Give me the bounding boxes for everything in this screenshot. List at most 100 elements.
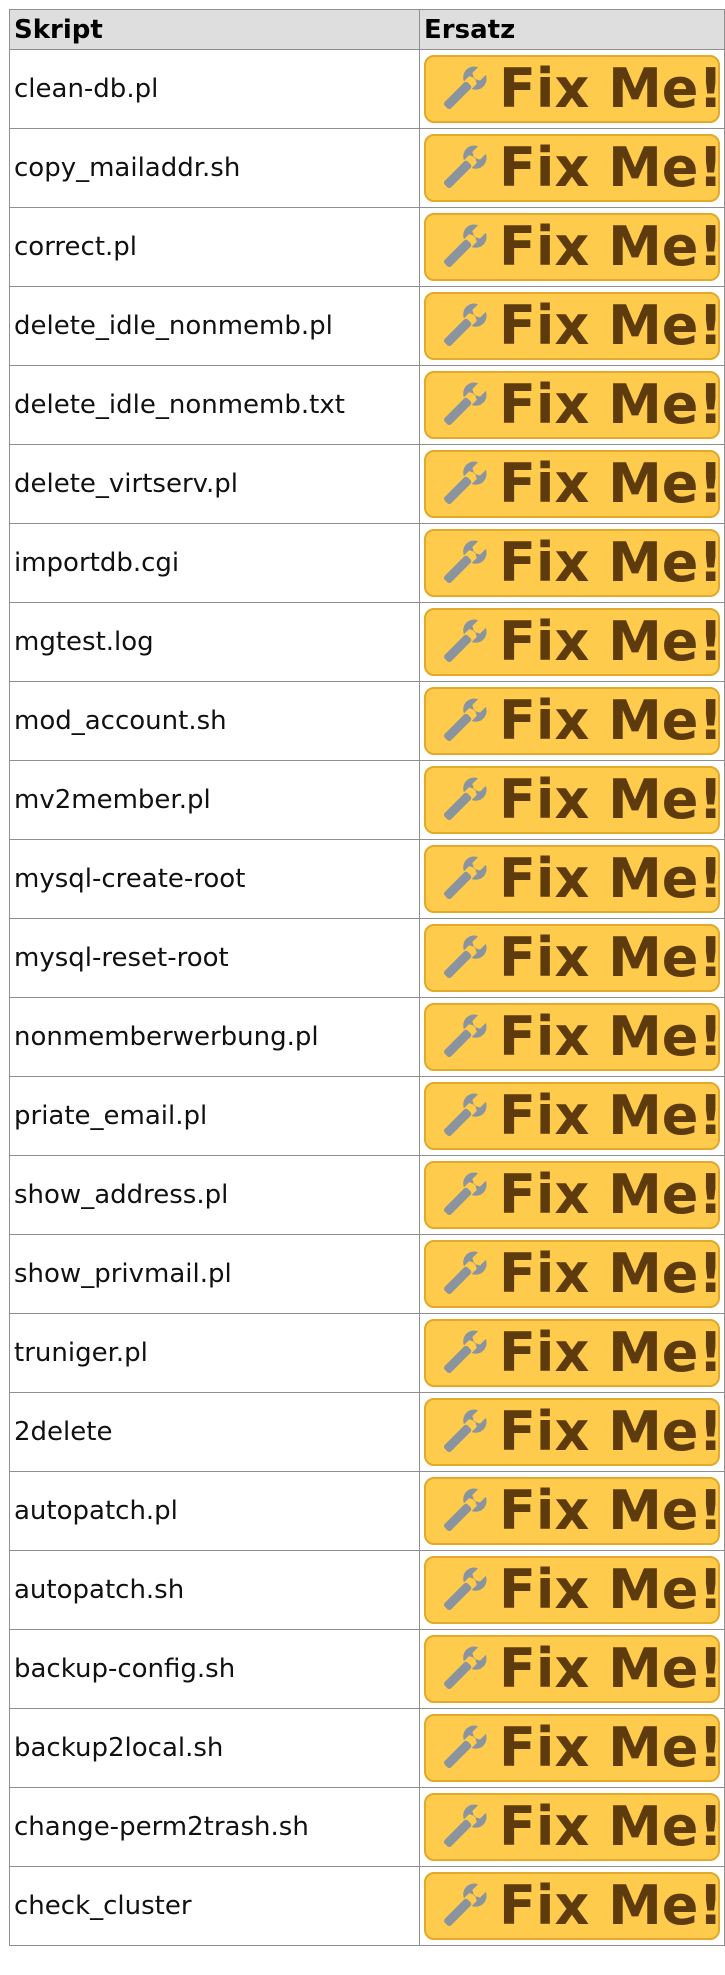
fixme-badge[interactable]: Fix Me! xyxy=(424,1714,724,1782)
fixme-label: Fix Me! xyxy=(499,1874,724,1937)
script-name-cell: 2delete xyxy=(8,1392,421,1472)
wrench-icon xyxy=(444,619,487,663)
replacement-cell: Fix Me! xyxy=(419,365,725,445)
fixme-badge[interactable]: Fix Me! xyxy=(424,371,724,439)
fixme-label: Fix Me! xyxy=(499,1637,724,1700)
table-row: backup2local.sh Fix Me! xyxy=(8,1708,725,1788)
fixme-badge[interactable]: Fix Me! xyxy=(424,845,724,913)
replacement-cell: Fix Me! xyxy=(419,128,725,208)
fixme-badge[interactable]: Fix Me! xyxy=(424,1082,723,1150)
script-name-cell: truniger.pl xyxy=(8,1313,421,1393)
script-name-cell: mgtest.log xyxy=(8,602,421,682)
script-name-cell: nonmemberwerbung.pl xyxy=(8,997,421,1077)
script-name-cell: priate_email.pl xyxy=(8,1076,421,1156)
scripts-table: Skript Ersatz clean-db.pl Fix Me! copy_mai… xyxy=(8,9,725,1946)
wrench-icon xyxy=(444,1488,487,1532)
wrench-icon xyxy=(444,1251,487,1295)
replacement-cell: Fix Me! xyxy=(419,997,725,1077)
fixme-label: Fix Me! xyxy=(499,689,724,752)
fixme-badge[interactable]: Fix Me! xyxy=(424,1635,724,1703)
fixme-badge[interactable]: Fix Me! xyxy=(424,55,724,123)
table-row: clean-db.pl Fix Me! xyxy=(8,49,725,129)
replacement-cell: Fix Me! xyxy=(419,1629,725,1709)
wrench-icon xyxy=(444,224,487,268)
script-name-cell: clean-db.pl xyxy=(8,49,421,129)
wrench-icon xyxy=(444,540,487,584)
table-row: show_address.pl Fix Me! xyxy=(8,1155,725,1235)
script-name-cell: delete_idle_nonmemb.txt xyxy=(8,365,421,445)
wrench-icon xyxy=(444,856,487,900)
fixme-badge[interactable]: Fix Me! xyxy=(424,1319,724,1387)
fixme-badge[interactable]: Fix Me! xyxy=(424,608,724,676)
script-name-cell: check_cluster xyxy=(8,1866,421,1946)
replacement-cell: Fix Me! xyxy=(419,1471,725,1551)
replacement-cell: Fix Me! xyxy=(419,839,725,919)
wrench-icon xyxy=(444,1725,487,1769)
fixme-label: Fix Me! xyxy=(499,1716,724,1779)
table-row: nonmemberwerbung.pl Fix Me! xyxy=(8,997,725,1077)
fixme-label: Fix Me! xyxy=(499,1321,724,1384)
replacement-cell: Fix Me! xyxy=(419,49,725,129)
fixme-badge[interactable]: Fix Me! xyxy=(424,1872,724,1940)
wrench-icon xyxy=(444,1646,487,1690)
fixme-badge[interactable]: Fix Me! xyxy=(424,1003,723,1071)
script-name-cell: backup-config.sh xyxy=(8,1629,421,1709)
fixme-badge[interactable]: Fix Me! xyxy=(424,213,723,281)
replacement-cell: Fix Me! xyxy=(419,1550,725,1630)
table-row: change-perm2trash.sh Fix Me! xyxy=(8,1787,725,1867)
wrench-icon xyxy=(444,1804,487,1848)
replacement-cell: Fix Me! xyxy=(419,1787,725,1867)
table-row: 2delete Fix Me! xyxy=(8,1392,725,1472)
fixme-label: Fix Me! xyxy=(499,136,724,199)
wrench-icon xyxy=(444,382,487,426)
fixme-label: Fix Me! xyxy=(499,1795,724,1858)
script-name-cell: mysql-create-root xyxy=(8,839,421,919)
table-row: truniger.pl Fix Me! xyxy=(8,1313,725,1393)
table-row: mysql-reset-root Fix Me! xyxy=(8,918,725,998)
fixme-label: Fix Me! xyxy=(499,452,724,515)
script-name-cell: mod_account.sh xyxy=(8,681,421,761)
replacement-cell: Fix Me! xyxy=(419,1392,725,1472)
fixme-badge[interactable]: Fix Me! xyxy=(424,450,724,518)
fixme-badge[interactable]: Fix Me! xyxy=(424,924,724,992)
script-name-cell: importdb.cgi xyxy=(8,523,421,603)
fixme-badge[interactable]: Fix Me! xyxy=(424,1240,724,1308)
fixme-label: Fix Me! xyxy=(499,610,724,673)
fixme-badge[interactable]: Fix Me! xyxy=(424,1477,723,1545)
fixme-label: Fix Me! xyxy=(499,847,724,910)
replacement-cell: Fix Me! xyxy=(419,918,725,998)
table-row: autopatch.pl Fix Me! xyxy=(8,1471,725,1551)
wrench-icon xyxy=(444,698,487,742)
fixme-badge[interactable]: Fix Me! xyxy=(424,292,723,360)
fixme-badge[interactable]: Fix Me! xyxy=(424,134,724,202)
table-row: importdb.cgi Fix Me! xyxy=(8,523,725,603)
wrench-icon xyxy=(444,1172,487,1216)
fixme-badge[interactable]: Fix Me! xyxy=(424,1398,724,1466)
fixme-label: Fix Me! xyxy=(499,1163,724,1226)
fixme-label: Fix Me! xyxy=(499,1558,724,1621)
wrench-icon xyxy=(444,1409,487,1453)
replacement-cell: Fix Me! xyxy=(419,760,725,840)
fixme-badge[interactable]: Fix Me! xyxy=(424,1161,724,1229)
fixme-label: Fix Me! xyxy=(499,926,724,989)
fixme-label: Fix Me! xyxy=(499,57,724,120)
replacement-cell: Fix Me! xyxy=(419,681,725,761)
wrench-icon xyxy=(444,145,487,189)
header-ersatz: Ersatz xyxy=(419,9,725,50)
fixme-badge[interactable]: Fix Me! xyxy=(424,766,724,834)
fixme-badge[interactable]: Fix Me! xyxy=(424,687,724,755)
wrench-icon xyxy=(444,777,487,821)
header-skript: Skript xyxy=(8,9,421,50)
fixme-badge[interactable]: Fix Me! xyxy=(424,1556,724,1624)
wrench-icon xyxy=(444,1883,487,1927)
table-row: mv2member.pl Fix Me! xyxy=(8,760,725,840)
fixme-label: Fix Me! xyxy=(499,1400,724,1463)
fixme-badge[interactable]: Fix Me! xyxy=(424,529,723,597)
script-name-cell: mysql-reset-root xyxy=(8,918,421,998)
fixme-label: Fix Me! xyxy=(499,373,724,436)
fixme-label: Fix Me! xyxy=(499,768,724,831)
wrench-icon xyxy=(444,935,487,979)
fixme-label: Fix Me! xyxy=(499,1242,724,1305)
script-name-cell: show_address.pl xyxy=(8,1155,421,1235)
fixme-badge[interactable]: Fix Me! xyxy=(424,1793,724,1861)
